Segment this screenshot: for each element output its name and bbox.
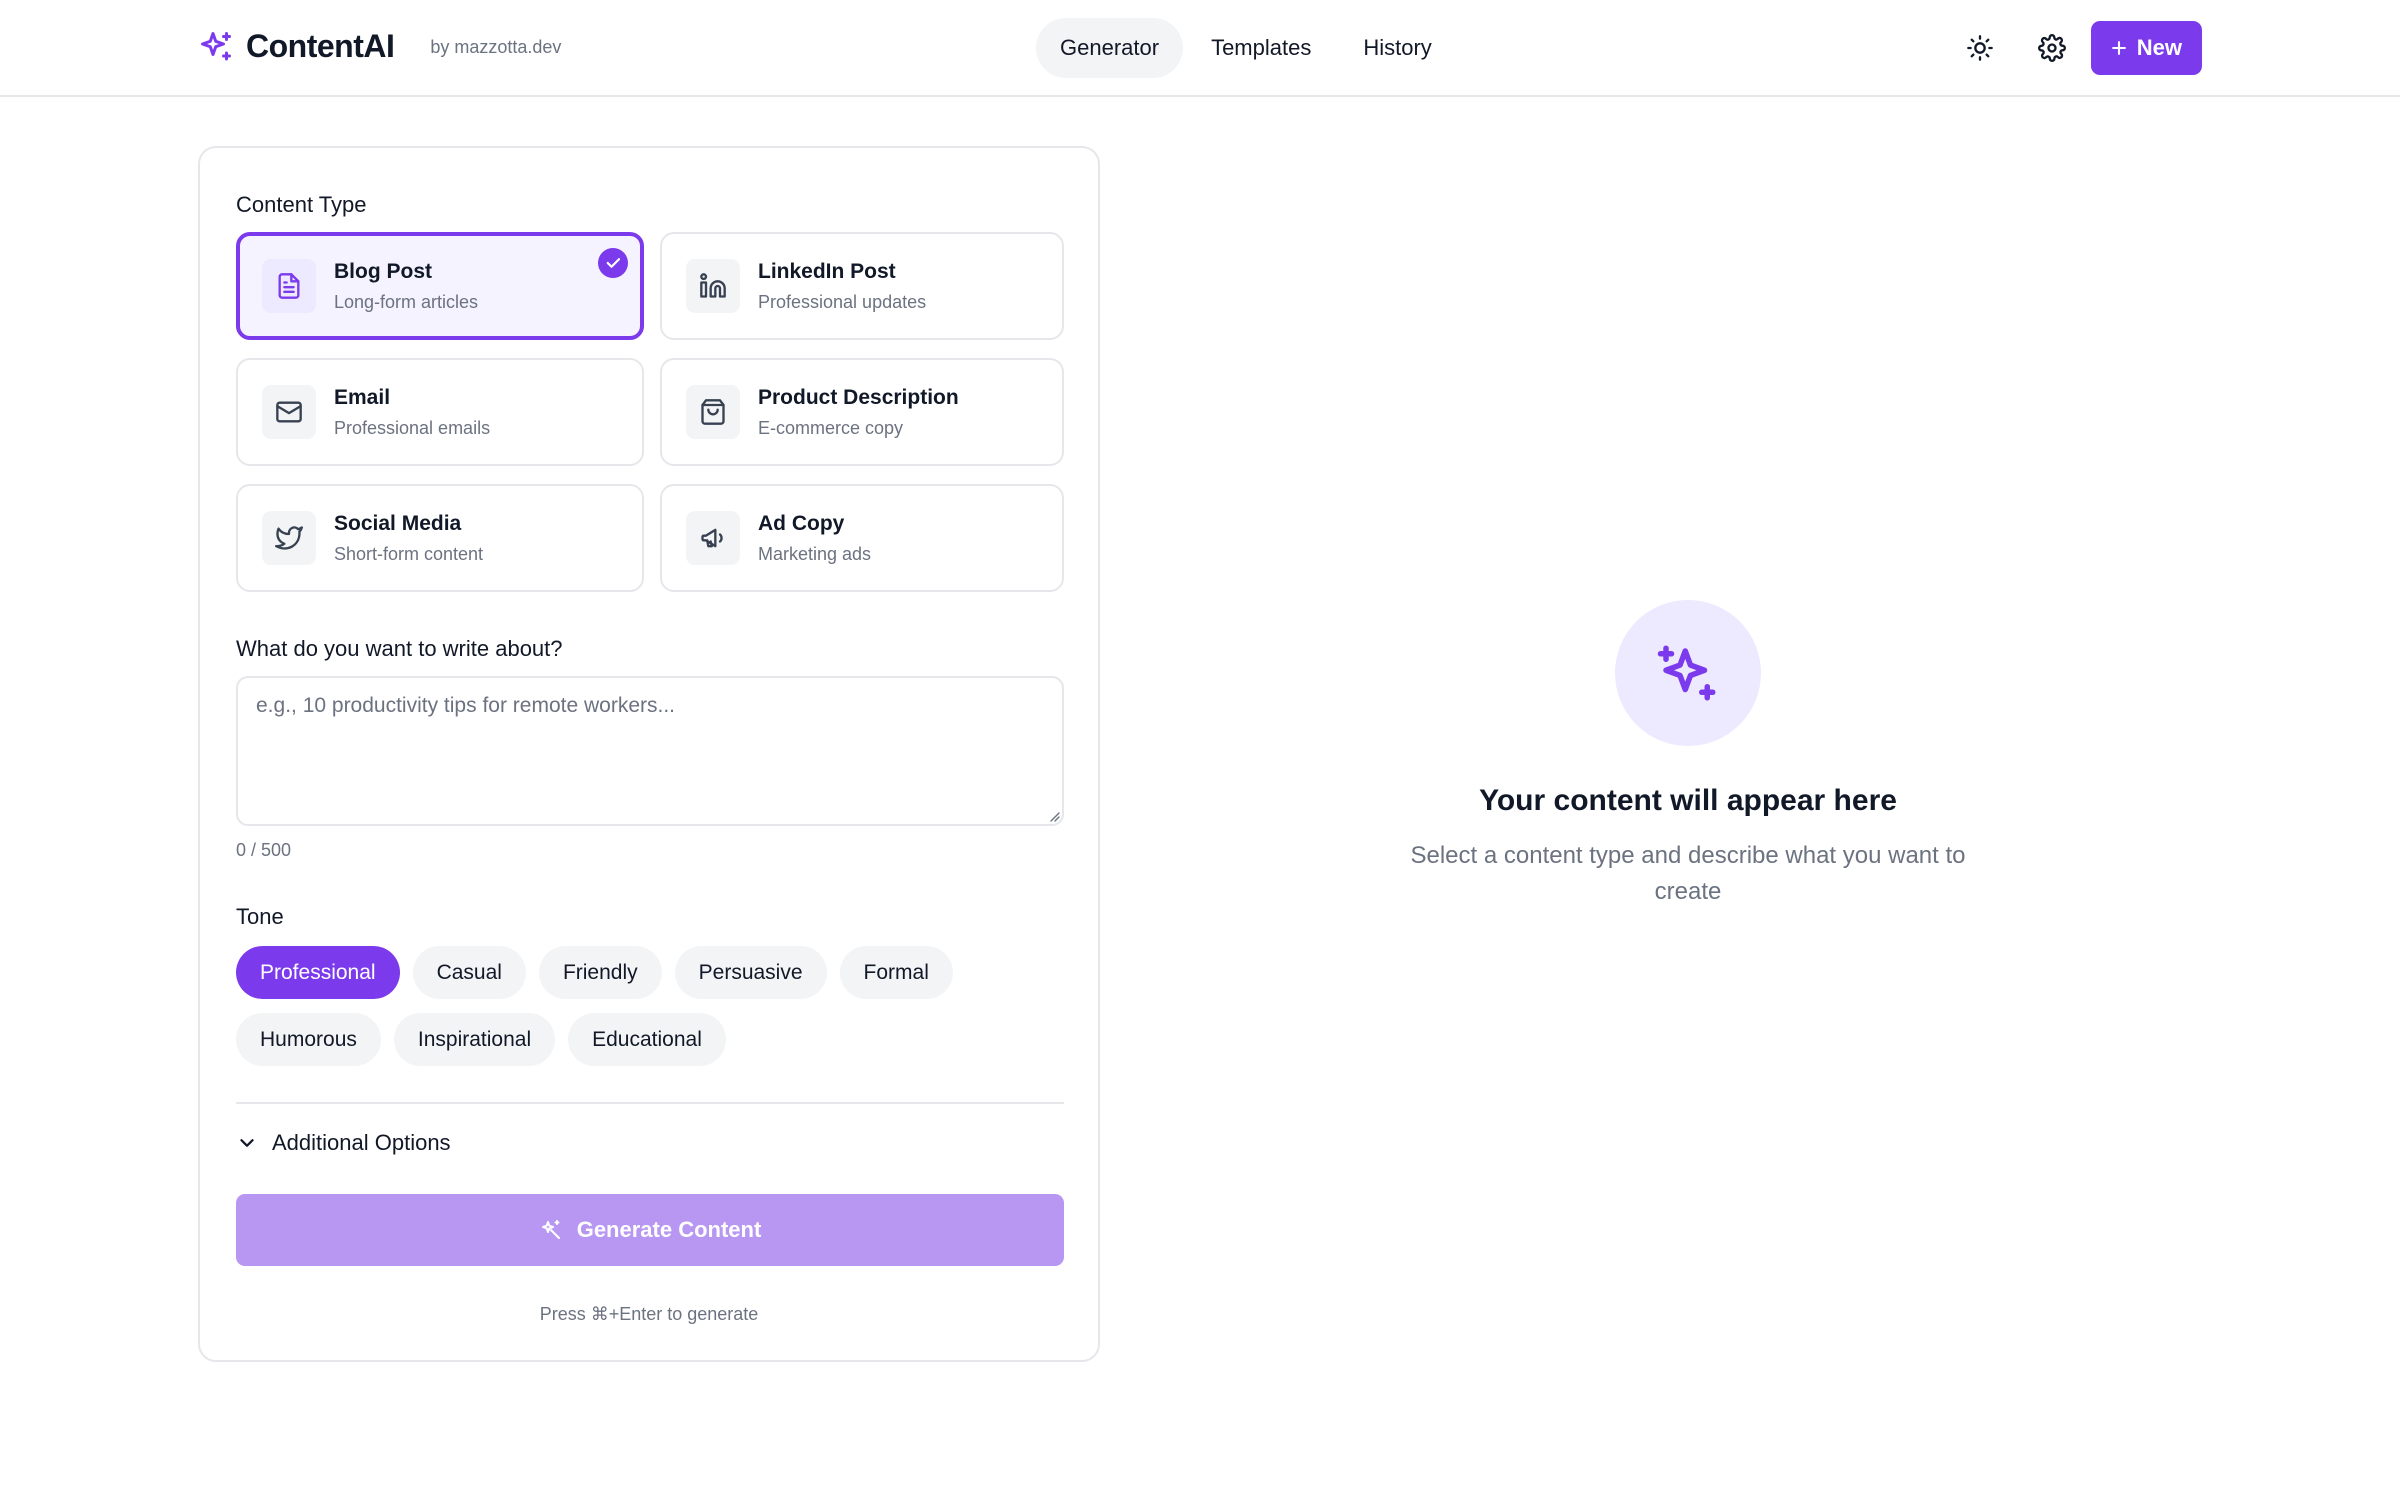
plus-icon (2111, 41, 2126, 55)
additional-options-label: Additional Options (272, 1130, 451, 1155)
app-header: ContentAI by mazzotta.dev Generator Temp… (0, 0, 2400, 97)
divider (236, 1102, 1064, 1104)
content-type-social-media[interactable]: Social Media Short-form content (236, 484, 644, 592)
generator-form: Content Type Blog Post Long-form article… (198, 146, 1100, 1362)
new-button[interactable]: New (2090, 21, 2202, 75)
theme-toggle-button[interactable] (1953, 21, 2007, 75)
empty-state-title: Your content will appear here (1479, 784, 1897, 817)
tone-label: Tone (236, 904, 284, 929)
content-type-title: Product Description (758, 385, 959, 409)
brand[interactable]: ContentAI by mazzotta.dev (198, 28, 561, 65)
content-type-ad-copy[interactable]: Ad Copy Marketing ads (660, 484, 1064, 592)
topic-input[interactable] (236, 676, 1064, 826)
empty-state-badge (1615, 600, 1761, 746)
tab-history[interactable]: History (1339, 18, 1455, 78)
tone-chip-inspirational[interactable]: Inspirational (393, 1013, 556, 1066)
twitter-icon (262, 511, 316, 565)
content-type-grid: Blog Post Long-form articles LinkedIn Po… (236, 232, 1064, 592)
character-count: 0 / 500 (236, 840, 292, 860)
content-type-desc: Marketing ads (758, 543, 872, 564)
check-icon (598, 248, 628, 278)
content-type-title: Ad Copy (758, 511, 845, 535)
brand-byline[interactable]: by mazzotta.dev (430, 37, 561, 58)
content-type-desc: Short-form content (334, 543, 484, 564)
header-actions: New (1953, 21, 2202, 75)
main-nav: Generator Templates History (1036, 18, 1456, 78)
content-type-blog-post[interactable]: Blog Post Long-form articles (236, 232, 644, 340)
topic-label: What do you want to write about? (236, 636, 563, 661)
sun-icon (1966, 35, 1993, 61)
empty-state-subtitle: Select a content type and describe what … (1410, 842, 1966, 905)
mail-icon (262, 385, 316, 439)
wand-sparkles-icon (541, 1220, 560, 1239)
chevron-down-icon (240, 1139, 254, 1147)
content-type-label: Content Type (236, 192, 367, 217)
tone-chip-persuasive[interactable]: Persuasive (674, 946, 827, 999)
new-button-label: New (2136, 35, 2182, 60)
additional-options-toggle[interactable]: Additional Options (236, 1130, 451, 1156)
shopping-bag-icon (686, 385, 740, 439)
sparkles-icon (198, 29, 234, 65)
tone-chip-professional[interactable]: Professional (236, 946, 400, 999)
linkedin-icon (686, 259, 740, 313)
tone-chip-humorous[interactable]: Humorous (236, 1013, 381, 1066)
tone-options: Professional Casual Friendly Persuasive … (236, 946, 996, 1066)
content-type-email[interactable]: Email Professional emails (236, 358, 644, 466)
content-type-title: Social Media (334, 511, 462, 535)
content-type-title: Email (334, 385, 391, 409)
generate-content-label: Generate Content (576, 1217, 762, 1242)
tone-chip-friendly[interactable]: Friendly (538, 946, 662, 999)
content-type-desc: Long-form articles (334, 291, 479, 312)
content-type-product-description[interactable]: Product Description E-commerce copy (660, 358, 1064, 466)
content-type-title: LinkedIn Post (758, 259, 896, 283)
tone-chip-casual[interactable]: Casual (412, 946, 526, 999)
content-type-desc: Professional emails (334, 417, 491, 438)
tab-templates[interactable]: Templates (1187, 18, 1335, 78)
document-icon (262, 259, 316, 313)
megaphone-icon (686, 511, 740, 565)
tone-chip-educational[interactable]: Educational (568, 1013, 726, 1066)
settings-button[interactable] (2025, 21, 2079, 75)
sparkles-icon (1657, 645, 1716, 701)
output-empty-state: Your content will appear here Select a c… (1380, 600, 1996, 910)
brand-name: ContentAI (246, 28, 395, 64)
content-type-title: Blog Post (334, 259, 432, 283)
gear-icon (2037, 34, 2066, 62)
tab-generator[interactable]: Generator (1036, 18, 1184, 78)
tone-chip-formal[interactable]: Formal (839, 946, 953, 999)
resize-grip-icon[interactable] (1048, 810, 1060, 822)
content-type-desc: Professional updates (758, 291, 927, 312)
generate-content-button[interactable]: Generate Content (236, 1194, 1064, 1266)
keyboard-hint: Press ⌘+Enter to generate (539, 1304, 759, 1324)
content-type-desc: E-commerce copy (758, 417, 904, 438)
content-type-linkedin-post[interactable]: LinkedIn Post Professional updates (660, 232, 1064, 340)
